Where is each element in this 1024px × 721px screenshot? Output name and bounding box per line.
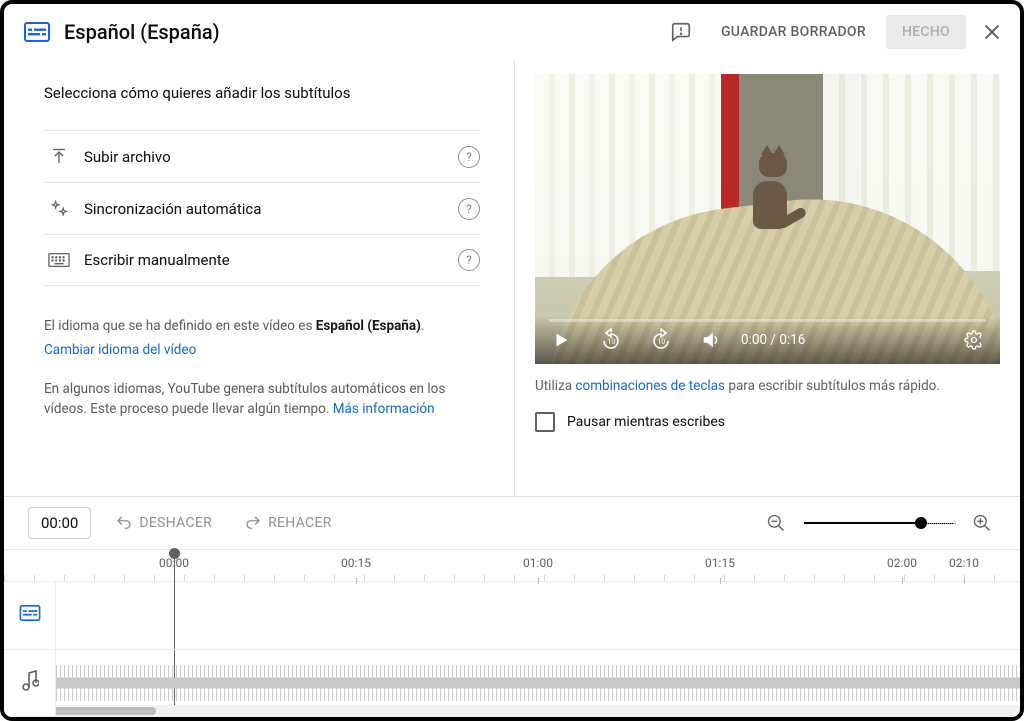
help-icon[interactable]: ? [458,146,480,168]
timeline-tick: 01:15 [705,556,735,570]
left-panel: Selecciona cómo quieres añadir los subtí… [4,60,514,496]
subtitles-track-icon[interactable] [19,605,41,625]
save-draft-button[interactable]: GUARDAR BORRADOR [707,16,880,48]
pause-while-typing-label: Pausar mientras escribes [567,414,725,430]
keyboard-hint: Utiliza combinaciones de teclas para esc… [515,364,1020,398]
zoom-in-icon[interactable] [968,509,996,537]
done-button[interactable]: HECHO [886,15,966,49]
selection-header: Selecciona cómo quieres añadir los subtí… [44,84,480,102]
current-time-input[interactable]: 00:00 [28,507,91,539]
language-title: Español (España) [64,20,220,44]
method-type-manually[interactable]: Escribir manualmente ? [44,234,480,286]
redo-button[interactable]: REHACER [236,508,340,538]
audio-track-icon[interactable] [21,670,39,696]
header: Español (España) GUARDAR BORRADOR HECHO [4,4,1020,60]
sparkle-icon [44,199,74,219]
close-button[interactable] [972,12,1012,52]
keyboard-icon [44,252,74,268]
method-label: Escribir manualmente [84,251,458,269]
timeline-tick: 01:00 [523,556,553,570]
pause-while-typing-checkbox[interactable] [535,412,555,432]
timeline-tick: 02:00 [887,556,917,570]
settings-gear-icon[interactable] [958,324,990,356]
method-auto-sync[interactable]: Sincronización automática ? [44,182,480,234]
zoom-slider[interactable] [804,516,954,530]
subtitles-icon [24,22,50,42]
help-icon[interactable]: ? [458,198,480,220]
timeline-tick: 02:10 [949,556,979,570]
language-info-text: El idioma que se ha definido en este víd… [44,316,480,361]
timeline[interactable]: 00:00 00:15 01:00 01:15 02:00 02:10 [4,549,1020,717]
zoom-out-icon[interactable] [762,509,790,537]
volume-icon[interactable] [695,324,727,356]
more-info-link[interactable]: Más información [333,401,435,417]
undo-button[interactable]: DESHACER [107,508,220,538]
method-upload-file[interactable]: Subir archivo ? [44,130,480,182]
svg-text:10: 10 [657,338,665,346]
right-panel: 10 10 0:00 / 0:16 Utiliza combinaciones … [514,60,1020,496]
timeline-toolbar: 00:00 DESHACER REHACER [4,497,1020,549]
video-preview[interactable]: 10 10 0:00 / 0:16 [535,74,1000,364]
video-time: 0:00 / 0:16 [741,332,805,348]
method-label: Sincronización automática [84,200,458,218]
auto-subtitles-info: En algunos idiomas, YouTube genera subtí… [44,379,480,420]
svg-text:10: 10 [607,338,615,346]
forward-10-icon[interactable]: 10 [645,324,677,356]
horizontal-scrollbar[interactable] [4,705,1020,717]
keyboard-shortcuts-link[interactable]: combinaciones de teclas [575,378,725,394]
method-label: Subir archivo [84,148,458,166]
rewind-10-icon[interactable]: 10 [595,324,627,356]
help-icon[interactable]: ? [458,249,480,271]
timeline-ruler[interactable]: 00:00 00:15 01:00 01:15 02:00 02:10 [4,550,1020,582]
timeline-tick: 00:15 [341,556,371,570]
change-language-link[interactable]: Cambiar idioma del vídeo [44,340,480,360]
feedback-button[interactable] [661,12,701,52]
upload-icon [44,147,74,167]
play-icon[interactable] [545,324,577,356]
subtitle-track-row[interactable] [56,582,1020,650]
